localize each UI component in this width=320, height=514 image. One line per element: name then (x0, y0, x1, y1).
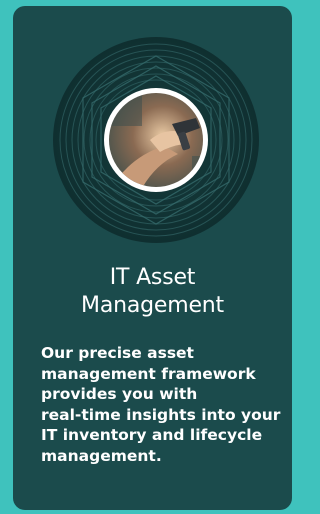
hero-circle-graphic (53, 37, 259, 243)
description-line: provides you with (41, 385, 198, 403)
description-line: IT inventory and lifecycle (41, 426, 263, 444)
description-line: management framework (41, 364, 256, 383)
card-title-line: Management (81, 293, 224, 318)
description-line: management. (41, 446, 162, 465)
description-line: real-time insights into your (41, 405, 281, 424)
hero-graphic (52, 36, 260, 244)
service-card: IT Asset Management Our precise asset ma… (13, 6, 292, 510)
card-title-line: IT Asset (109, 265, 196, 290)
card-title: IT Asset Management (13, 264, 292, 320)
description-line: Our precise asset (41, 344, 194, 362)
card-description: Our precise asset management framework p… (41, 343, 281, 466)
